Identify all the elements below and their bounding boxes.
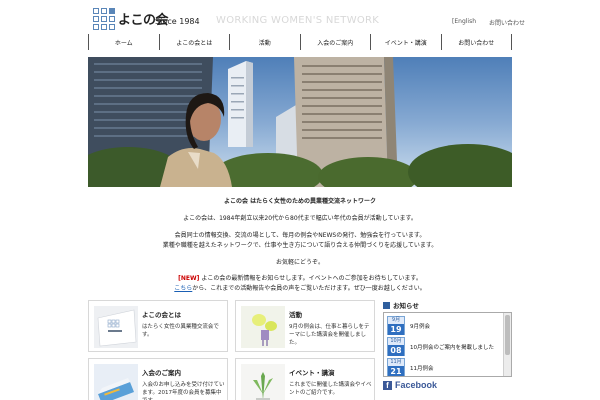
card-activities[interactable]: 活動 9月の例会は、仕事と暮らしをテーマにした講演会を開催しました。 xyxy=(235,300,375,352)
news-date-month: 11月 xyxy=(388,359,404,366)
card-activities-title[interactable]: 活動 xyxy=(289,309,302,319)
facebook-icon[interactable]: f xyxy=(383,380,392,390)
news-date-day: 08 xyxy=(388,345,404,356)
card-activities-desc: 9月の例会は、仕事と暮らしをテーマにした講演会を開催しました。 xyxy=(289,324,370,346)
header: よこの会 Since 1984 WORKING WOMEN'S NETWORK … xyxy=(88,0,525,34)
nav-item-events[interactable]: イベント・講演 xyxy=(371,34,442,50)
card-events-thumbnail xyxy=(241,364,285,400)
contact-link[interactable]: お問い合わせ xyxy=(489,18,525,27)
news-date-day: 19 xyxy=(388,324,404,335)
card-events-title[interactable]: イベント・講演 xyxy=(289,367,335,377)
card-about-desc: はたらく女性の異業種交流会です。 xyxy=(142,324,219,338)
facebook-label[interactable]: Facebook xyxy=(395,380,437,390)
news-square-icon xyxy=(383,301,390,309)
hero-image xyxy=(88,57,512,187)
news-date-month: 10月 xyxy=(388,338,404,345)
news-heading: お知らせ xyxy=(383,300,419,310)
hero-illustration xyxy=(88,57,512,187)
card-about-thumbnail xyxy=(94,306,138,348)
card-about-title[interactable]: よこの会とは xyxy=(142,309,181,319)
news-scrollbar-thumb[interactable] xyxy=(505,315,510,355)
news-date-day: 21 xyxy=(388,366,404,376)
english-link-label[interactable]: English xyxy=(454,18,476,25)
news-scrollbar[interactable] xyxy=(503,313,511,376)
news-item[interactable]: 11月 21 11月例会 xyxy=(387,358,502,376)
intro-line-6: こちらから、これまでの活動報告や会員の声をご覧いただけます。ぜひ一度お越しくださ… xyxy=(88,283,512,292)
card-about[interactable]: よこの会とは はたらく女性の異業種交流会です。 xyxy=(88,300,228,352)
news-item[interactable]: 10月 08 10月例会のご案内を掲載しました xyxy=(387,337,502,356)
card-activities-thumbnail xyxy=(241,306,285,348)
intro-line-5-text: よこの会の最新情報をお知らせします。イベントへのご参加をお待ちしています。 xyxy=(201,275,422,282)
logo-icon[interactable] xyxy=(93,8,115,30)
card-join-desc: 入会のお申し込みを受け付けています。2017年度の会員を募集中です。 xyxy=(142,382,225,400)
card-events[interactable]: イベント・講演 これまでに開催した講演会やイベントのご紹介です。 xyxy=(235,358,375,400)
details-link[interactable]: こちら xyxy=(174,285,192,292)
news-item-text[interactable]: 10月例会のご案内を掲載しました xyxy=(410,343,494,351)
nav-item-join[interactable]: 入会のご案内 xyxy=(301,34,371,50)
since-label: Since 1984 xyxy=(155,17,200,26)
intro-line-5: [NEW] よこの会の最新情報をお知らせします。イベントへのご参加をお待ちしてい… xyxy=(88,273,512,282)
intro-line-6-text: から、これまでの活動報告や会員の声をご覧いただけます。ぜひ一度お越しください。 xyxy=(192,285,426,292)
facebook-link[interactable]: f Facebook xyxy=(383,380,437,390)
news-date-badge: 10月 08 xyxy=(387,337,405,356)
news-item-text[interactable]: 11月例会 xyxy=(410,364,434,372)
intro-line-3: 業種や職種を越えたネットワークで、仕事や生き方について語り合える仲間づくりを応援… xyxy=(162,242,438,249)
intro-line-1: よこの会は、1984年創立以来20代から80代まで幅広い年代の会員が活動していま… xyxy=(183,215,417,222)
card-join[interactable]: 入会のご案内 入会のお申し込みを受け付けています。2017年度の会員を募集中です… xyxy=(88,358,228,400)
news-date-month: 9月 xyxy=(388,317,404,324)
english-link[interactable]: [English xyxy=(452,18,476,25)
nav-item-home[interactable]: ホーム xyxy=(89,34,160,50)
intro-title: よこの会 はたらく女性のための異業種交流ネットワーク xyxy=(224,198,376,205)
nav-item-activities[interactable]: 活動 xyxy=(230,34,301,50)
card-join-title[interactable]: 入会のご案内 xyxy=(142,367,181,377)
nav-item-about[interactable]: よこの会とは xyxy=(160,34,230,50)
news-heading-label: お知らせ xyxy=(393,302,419,310)
news-date-badge: 11月 21 xyxy=(387,358,405,376)
intro-line-4: お気軽にどうぞ。 xyxy=(275,259,324,266)
nav-item-contact[interactable]: お問い合わせ xyxy=(442,34,512,50)
intro-line-2: 会員同士の情報交換、交流の場として、毎月の例会やNEWSの発行、勉強会を行ってい… xyxy=(174,232,426,239)
news-item-text[interactable]: 9月例会 xyxy=(410,322,430,330)
new-badge: [NEW] xyxy=(178,275,200,282)
card-join-thumbnail xyxy=(94,364,138,400)
main-nav: ホーム よこの会とは 活動 入会のご案内 イベント・講演 お問い合わせ xyxy=(88,34,512,50)
tagline: WORKING WOMEN'S NETWORK xyxy=(216,15,380,26)
news-list: 9月 19 9月例会 10月 08 10月例会のご案内を掲載しました 11月 2… xyxy=(383,312,512,377)
card-events-desc: これまでに開催した講演会やイベントのご紹介です。 xyxy=(289,382,372,396)
news-date-badge: 9月 19 xyxy=(387,316,405,335)
news-item[interactable]: 9月 19 9月例会 xyxy=(387,316,502,335)
